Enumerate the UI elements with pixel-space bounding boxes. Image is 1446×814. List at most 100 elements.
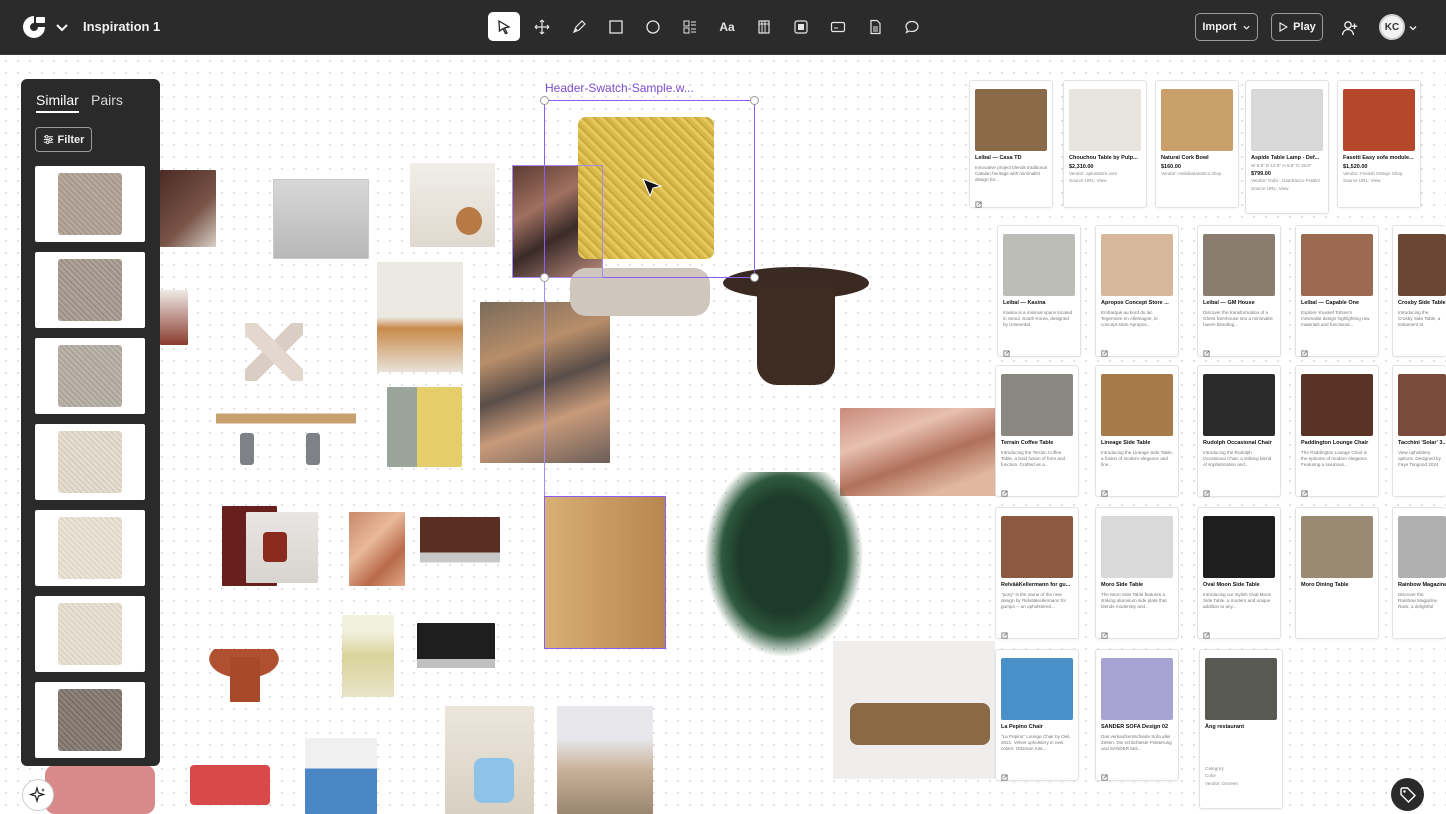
- ai-assist-button[interactable]: [22, 779, 54, 811]
- palette-tool[interactable]: [748, 12, 780, 41]
- document-title[interactable]: Inspiration 1: [83, 19, 160, 34]
- product-card[interactable]: RelvääKellermann for gu... "pony" is the…: [995, 507, 1079, 639]
- image-red-chair-partial[interactable]: [160, 290, 188, 345]
- product-card[interactable]: Fasetti Easy sofa module... $1,520.00 Ve…: [1337, 80, 1421, 208]
- image-leather-chair[interactable]: [420, 517, 500, 582]
- product-card[interactable]: Moro Side Table The Moro Side Table feat…: [1095, 507, 1179, 639]
- text-tool[interactable]: Aa: [711, 12, 743, 41]
- similar-result-card[interactable]: [35, 166, 145, 242]
- product-card[interactable]: Aspide Table Lamp - Def... W 8.8" D 13.8…: [1245, 80, 1329, 214]
- similar-result-card[interactable]: [35, 596, 145, 672]
- app-logo-icon[interactable]: [20, 13, 48, 41]
- product-card[interactable]: Äng restaurant Category Color Vendor: De…: [1199, 649, 1283, 809]
- add-user-icon[interactable]: [1341, 19, 1359, 37]
- similar-result-card[interactable]: [35, 252, 145, 328]
- image-bed-corner[interactable]: [160, 170, 216, 247]
- external-link-icon[interactable]: [1001, 484, 1008, 497]
- similar-result-card[interactable]: [35, 338, 145, 414]
- external-link-icon[interactable]: [1001, 626, 1008, 639]
- similar-result-card[interactable]: [35, 510, 145, 586]
- product-card[interactable]: Leibal — Capable One Explore Youssef Toh…: [1295, 225, 1379, 357]
- external-link-icon[interactable]: [1203, 626, 1210, 639]
- frame-tool[interactable]: [785, 12, 817, 41]
- product-card[interactable]: Terrain Coffee Table Introducing the Ter…: [995, 365, 1079, 497]
- comment-tool[interactable]: [896, 12, 928, 41]
- external-link-icon[interactable]: [1301, 344, 1308, 357]
- external-link-icon[interactable]: [1101, 768, 1108, 781]
- image-side-table-room[interactable]: [410, 163, 495, 247]
- card-description: The Paddington Lounge Chair is the epito…: [1301, 449, 1369, 467]
- product-card[interactable]: La Pepino Chair "La Pepino" Lounge Chair…: [995, 649, 1079, 781]
- image-wood-stool[interactable]: [456, 207, 482, 235]
- image-monstera-plant[interactable]: [704, 472, 864, 658]
- external-link-icon[interactable]: [1001, 768, 1008, 781]
- move-tool[interactable]: [526, 12, 558, 41]
- external-link-icon[interactable]: [975, 195, 982, 208]
- product-card[interactable]: Oval Moon Side Table Introducing our sty…: [1197, 507, 1281, 639]
- image-grey-cabinet[interactable]: [273, 179, 369, 259]
- product-card[interactable]: Natural Cork Bowl $160.00 Vendor: meliab…: [1155, 80, 1239, 208]
- card-tool[interactable]: [822, 12, 854, 41]
- image-cafe-interior[interactable]: [557, 706, 653, 814]
- pen-tool[interactable]: [563, 12, 595, 41]
- tag-button[interactable]: [1391, 778, 1424, 811]
- external-link-icon[interactable]: [1101, 484, 1108, 497]
- component-tool[interactable]: [674, 12, 706, 41]
- external-link-icon[interactable]: [1101, 626, 1108, 639]
- resize-handle-bottom-right[interactable]: [750, 273, 759, 282]
- tab-similar[interactable]: Similar: [36, 92, 79, 113]
- external-link-icon[interactable]: [1203, 484, 1210, 497]
- image-black-chair[interactable]: [417, 623, 495, 683]
- product-card[interactable]: Crosby Side Table Introducing the Crosby…: [1392, 225, 1446, 357]
- product-card[interactable]: Moro Dining Table: [1295, 507, 1379, 639]
- user-avatar[interactable]: KC: [1379, 14, 1405, 40]
- chevron-down-icon[interactable]: [54, 19, 70, 35]
- similar-result-card[interactable]: [35, 682, 145, 758]
- ellipse-tool[interactable]: [637, 12, 669, 41]
- image-painted-hills[interactable]: [480, 302, 610, 463]
- image-red-marble-slab[interactable]: [840, 408, 1010, 496]
- image-pink-sofa[interactable]: [45, 765, 155, 814]
- moodboard-canvas[interactable]: Header-Swatch-Sample.w... Leibal — Casa …: [0, 55, 1446, 814]
- chevron-down-icon[interactable]: [1408, 23, 1418, 33]
- card-source-url[interactable]: Source URL: View: [1251, 185, 1323, 192]
- product-card[interactable]: Apropos Concept Store ... Embarqué au bo…: [1095, 225, 1179, 357]
- rectangle-tool[interactable]: [600, 12, 632, 41]
- image-marble-sample[interactable]: [349, 512, 405, 586]
- product-card[interactable]: SANDER SOFA Design 02 Das verkaufsentsch…: [1095, 649, 1179, 781]
- product-card[interactable]: Paddington Lounge Chair The Paddington L…: [1295, 365, 1379, 497]
- product-card[interactable]: Lineage Side Table Introducing the Linea…: [1095, 365, 1179, 497]
- image-yellow-chair[interactable]: [387, 387, 462, 467]
- card-source-url[interactable]: Source URL: View: [1343, 177, 1415, 184]
- image-bench-table[interactable]: [216, 408, 356, 464]
- import-button[interactable]: Import: [1195, 13, 1258, 41]
- image-table-pedestal: [230, 657, 260, 702]
- image-rattan-table[interactable]: [377, 262, 463, 372]
- product-card[interactable]: Leibal — Kasina Kasina is a minimal spac…: [997, 225, 1081, 357]
- card-source-url[interactable]: Source URL: View: [1069, 177, 1141, 184]
- image-x-stool[interactable]: [245, 323, 303, 381]
- image-blue-stool[interactable]: [305, 738, 377, 814]
- similar-result-card[interactable]: [35, 424, 145, 500]
- external-link-icon[interactable]: [1301, 484, 1308, 497]
- image-pleated-lamp[interactable]: [342, 615, 394, 697]
- select-tool[interactable]: [488, 12, 520, 41]
- external-link-icon[interactable]: [1203, 344, 1210, 357]
- external-link-icon[interactable]: [1101, 344, 1108, 357]
- product-card[interactable]: Rudolph Occasional Chair Introducing the…: [1197, 365, 1281, 497]
- doc-tool[interactable]: [859, 12, 891, 41]
- product-card[interactable]: Chouchou Table by Pulp... $2,310.00 Vend…: [1063, 80, 1147, 208]
- filter-button[interactable]: Filter: [35, 127, 92, 152]
- external-link-icon[interactable]: [1003, 344, 1010, 357]
- image-red-bench[interactable]: [190, 765, 270, 805]
- product-card[interactable]: Tacchini 'Solar' 3... View upholstery op…: [1392, 365, 1446, 497]
- card-description: Introducing the Crosby Side Table, a tes…: [1398, 309, 1441, 328]
- product-card[interactable]: Rainbow Magazine Rack Discover the Rainb…: [1392, 507, 1446, 639]
- resize-handle-bottom-left[interactable]: [540, 273, 549, 282]
- product-card[interactable]: Leibal — GM House Discover the transform…: [1197, 225, 1281, 357]
- product-card[interactable]: Leibal — Casa TD Innovative project blen…: [969, 80, 1053, 208]
- resize-handle-top-left[interactable]: [540, 96, 549, 105]
- play-button[interactable]: Play: [1271, 13, 1323, 41]
- resize-handle-top-right[interactable]: [750, 96, 759, 105]
- tab-pairs[interactable]: Pairs: [91, 92, 123, 108]
